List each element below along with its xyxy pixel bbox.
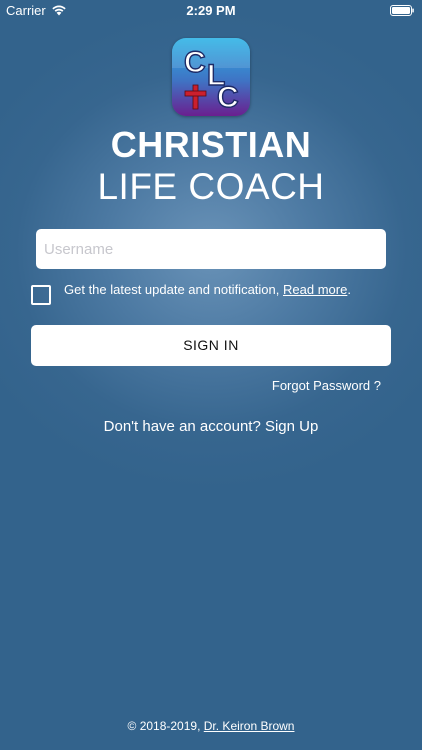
- sign-in-button[interactable]: SIGN IN: [31, 325, 391, 366]
- brand-subtitle: LIFE COACH: [97, 166, 325, 207]
- forgot-password-link[interactable]: Forgot Password ?: [272, 378, 381, 393]
- username-input[interactable]: [36, 229, 386, 269]
- copyright-text: © 2018-2019,: [127, 719, 201, 733]
- battery-icon: [390, 5, 414, 16]
- logo-letter-c2: C: [217, 81, 239, 114]
- brand-title: CHRISTIAN: [110, 124, 312, 165]
- consent-checkbox[interactable]: [31, 285, 51, 305]
- read-more-link[interactable]: Read more: [283, 282, 347, 297]
- logo-letter-c1: C: [184, 46, 206, 79]
- footer: © 2018-2019, Dr. Keiron Brown: [0, 719, 422, 733]
- sign-up-link[interactable]: Don't have an account? Sign Up: [0, 418, 422, 435]
- status-time: 2:29 PM: [186, 3, 236, 18]
- status-bar: Carrier 2:29 PM: [0, 0, 422, 22]
- consent-text: Get the latest update and notification, …: [64, 282, 351, 297]
- consent-suffix: .: [347, 282, 351, 297]
- consent-label: Get the latest update and notification,: [64, 282, 280, 297]
- app-logo: C L C: [172, 38, 250, 116]
- author-link[interactable]: Dr. Keiron Brown: [204, 719, 295, 733]
